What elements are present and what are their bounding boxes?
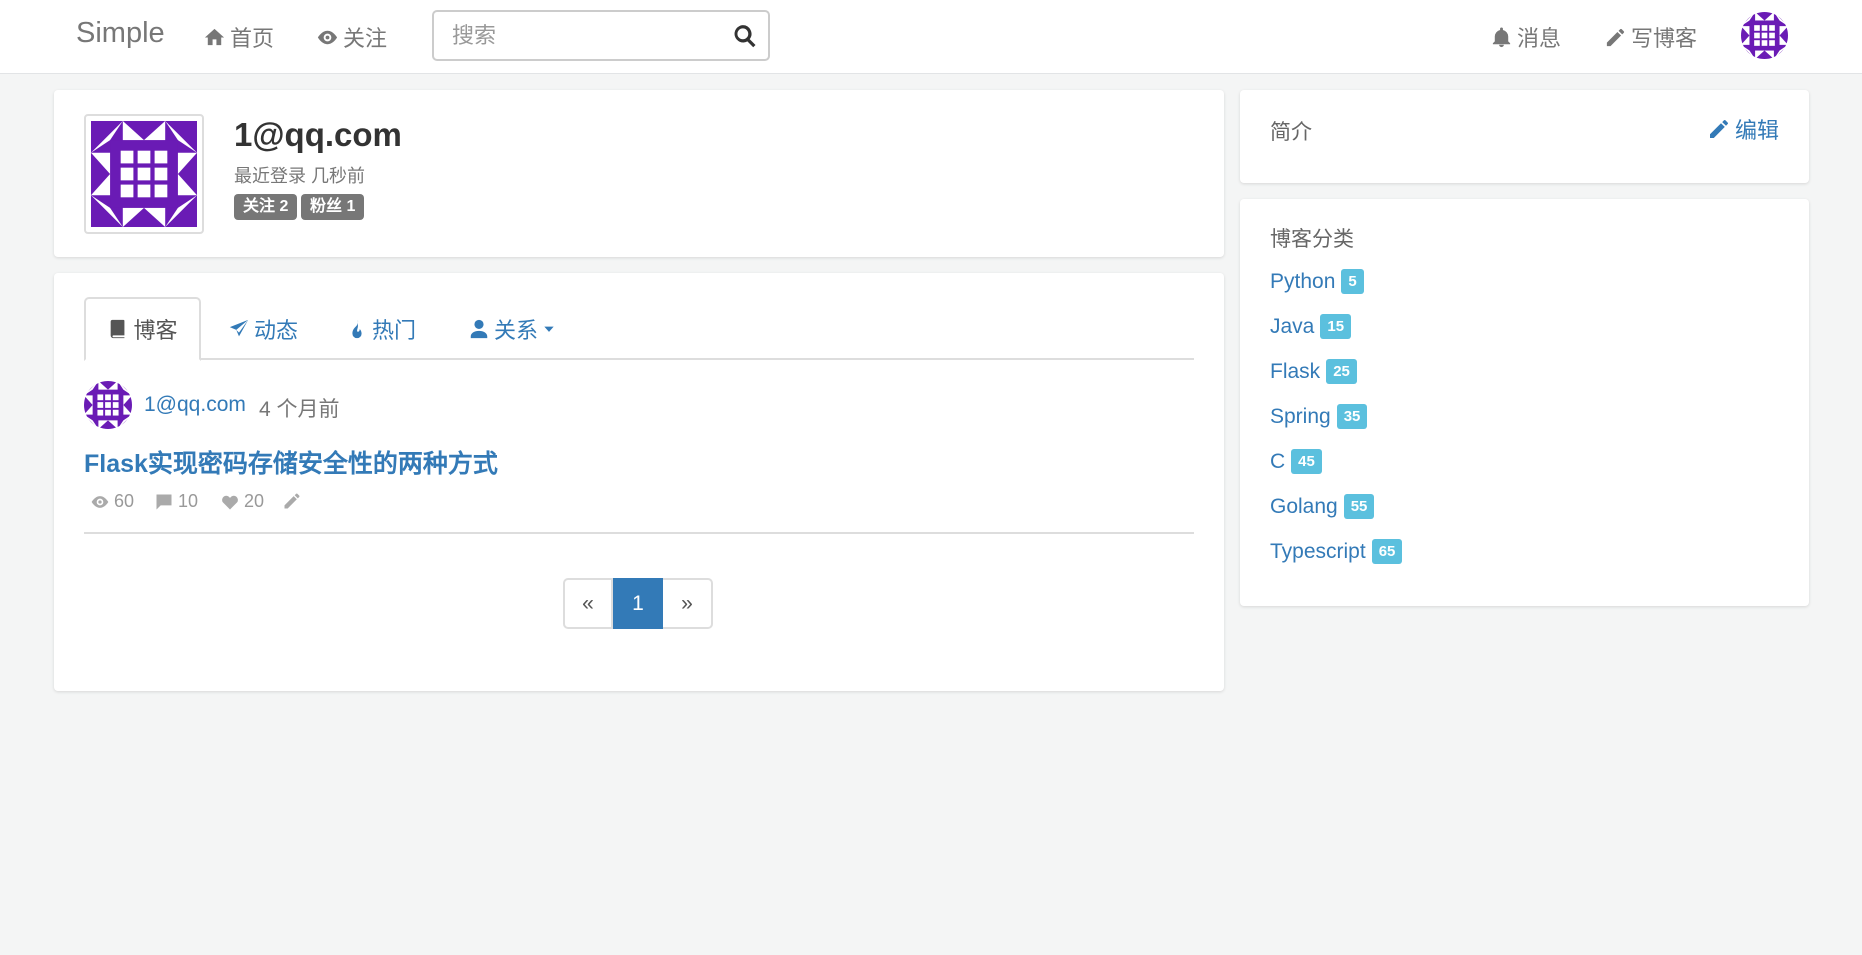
identicon-image [84, 381, 132, 429]
last-login-text: 最近登录 几秒前 [234, 166, 366, 186]
category-count-badge: 15 [1320, 314, 1352, 339]
post-author-avatar[interactable] [84, 381, 132, 429]
category-item[interactable]: Golang 55 [1270, 494, 1375, 519]
tab-activity[interactable]: 动态 [228, 297, 298, 360]
edit-intro-button[interactable]: 编辑 [1707, 113, 1779, 145]
nav-home-link[interactable]: 首页 [203, 21, 274, 53]
category-item[interactable]: Python 5 [1270, 269, 1364, 294]
category-item[interactable]: Spring 35 [1270, 404, 1368, 429]
pencil-icon [1709, 120, 1728, 138]
category-name: Python [1270, 269, 1336, 293]
fire-icon [352, 319, 362, 338]
user-icon [470, 319, 488, 338]
category-item[interactable]: Java 15 [1270, 314, 1352, 339]
category-name: Flask [1270, 359, 1321, 383]
profile-panel: 1@qq.com 最近登录 几秒前 关注 2 粉丝 1 [54, 90, 1224, 257]
category-name: Typescript [1270, 539, 1366, 563]
identicon-image [1741, 12, 1788, 59]
user-avatar[interactable] [1741, 12, 1788, 59]
pagination-page-1[interactable]: 1 [613, 578, 663, 629]
nav-follow-link[interactable]: 关注 [316, 21, 387, 53]
categories-heading: 博客分类 [1270, 228, 1354, 251]
nav-messages-label: 消息 [1517, 26, 1562, 51]
heart-icon [222, 495, 238, 509]
caret-down-icon [544, 326, 554, 332]
search-box [432, 10, 770, 61]
nav-messages-link[interactable]: 消息 [1490, 21, 1561, 53]
nav-follow-label: 关注 [343, 26, 388, 51]
category-item[interactable]: C 45 [1270, 449, 1322, 474]
profile-name: 1@qq.com [234, 116, 402, 153]
followers-count-badge[interactable]: 粉丝 1 [301, 194, 365, 220]
search-icon[interactable] [732, 23, 758, 49]
eye-icon [91, 495, 109, 508]
tab-relations[interactable]: 关系 [468, 297, 556, 360]
tab-hot[interactable]: 热门 [346, 297, 416, 360]
book-icon [111, 319, 125, 339]
eye-icon [317, 30, 338, 44]
tab-blog-label: 博客 [133, 318, 178, 343]
home-icon [204, 28, 225, 45]
pagination: « 1 » [563, 578, 713, 629]
post-title-link[interactable]: Flask实现密码存储安全性的两种方式 [84, 444, 498, 480]
category-name: Spring [1270, 404, 1331, 428]
tab-relations-label: 关系 [494, 317, 539, 343]
post-time: 4 个月前 [259, 398, 340, 421]
bell-icon [1492, 26, 1511, 47]
brand-logo[interactable]: Simple [76, 17, 165, 50]
category-item[interactable]: Flask 25 [1270, 359, 1357, 384]
category-name: Java [1270, 314, 1315, 338]
post-divider [84, 532, 1194, 534]
categories-panel: 博客分类 Python 5 Java 15 Flask 25 Spring 35… [1240, 199, 1809, 606]
search-input[interactable] [434, 12, 724, 59]
post-views: 60 [90, 491, 134, 512]
post-likes[interactable]: 20 [220, 491, 264, 512]
pagination-next[interactable]: » [663, 578, 713, 629]
identicon-image [91, 121, 197, 227]
post-edit[interactable] [282, 491, 302, 511]
nav-write-label: 写博客 [1631, 26, 1698, 51]
content-panel: 博客 动态 热门 关系 1@qq.com 4 个月前 Flask实现密码存储安全… [54, 273, 1224, 691]
category-count-badge: 45 [1291, 449, 1322, 474]
pencil-icon [1606, 28, 1625, 46]
post-comments[interactable]: 10 [154, 491, 198, 512]
profile-avatar [84, 114, 204, 234]
intro-panel: 简介 编辑 [1240, 90, 1809, 183]
category-name: Golang [1270, 494, 1338, 518]
post-author-link[interactable]: 1@qq.com [144, 393, 246, 417]
category-count-badge: 5 [1341, 269, 1364, 294]
nav-write-link[interactable]: 写博客 [1604, 21, 1697, 53]
intro-heading: 简介 [1270, 121, 1312, 144]
post-likes-count: 20 [244, 491, 265, 511]
nav-home-label: 首页 [230, 26, 275, 51]
category-item[interactable]: Typescript 65 [1270, 539, 1403, 564]
category-count-badge: 55 [1343, 494, 1375, 519]
edit-intro-label: 编辑 [1734, 118, 1779, 143]
category-name: C [1270, 449, 1286, 473]
post-comments-count: 10 [178, 491, 199, 511]
pencil-icon [284, 493, 300, 509]
tab-blog[interactable]: 博客 [84, 297, 201, 361]
following-count-badge[interactable]: 关注 2 [234, 194, 298, 220]
tab-activity-label: 动态 [254, 317, 299, 343]
category-count-badge: 65 [1371, 539, 1403, 564]
category-count-badge: 35 [1336, 404, 1368, 429]
paper-plane-icon [229, 319, 249, 336]
top-navbar: Simple 首页 关注 消息 写博客 [0, 0, 1862, 74]
category-count-badge: 25 [1326, 359, 1357, 384]
comment-icon [156, 494, 172, 509]
pagination-prev[interactable]: « [563, 578, 613, 629]
tab-hot-label: 热门 [372, 317, 417, 343]
post-views-count: 60 [114, 491, 135, 511]
